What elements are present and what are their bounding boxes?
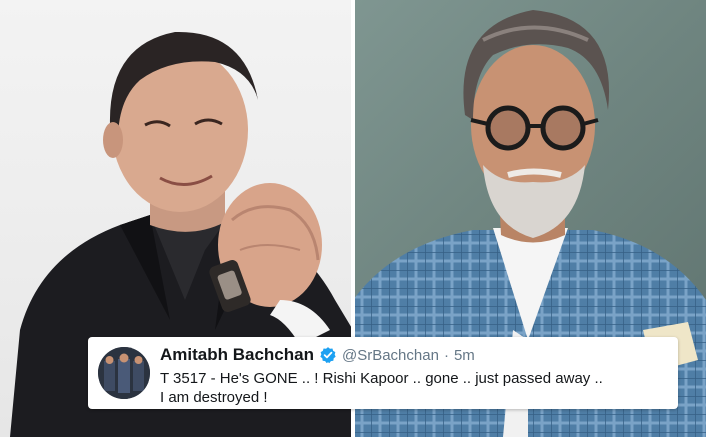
verified-badge-icon xyxy=(319,346,337,364)
tweet-text-line-2: I am destroyed ! xyxy=(160,389,268,406)
avatar[interactable] xyxy=(98,347,150,399)
author-name[interactable]: Amitabh Bachchan xyxy=(160,345,314,365)
tweet-timestamp[interactable]: 5m xyxy=(454,347,475,364)
tweet-header: Amitabh Bachchan @SrBachchan · 5m xyxy=(160,344,475,366)
separator-dot: · xyxy=(443,346,449,364)
tweet-card[interactable]: Amitabh Bachchan @SrBachchan · 5m T 3517… xyxy=(88,337,678,409)
avatar-image xyxy=(98,347,150,399)
tweet-text-line-1: T 3517 - He's GONE .. ! Rishi Kapoor .. … xyxy=(160,370,603,387)
author-handle[interactable]: @SrBachchan xyxy=(342,347,439,364)
tweet-text: T 3517 - He's GONE .. ! Rishi Kapoor .. … xyxy=(160,369,670,407)
